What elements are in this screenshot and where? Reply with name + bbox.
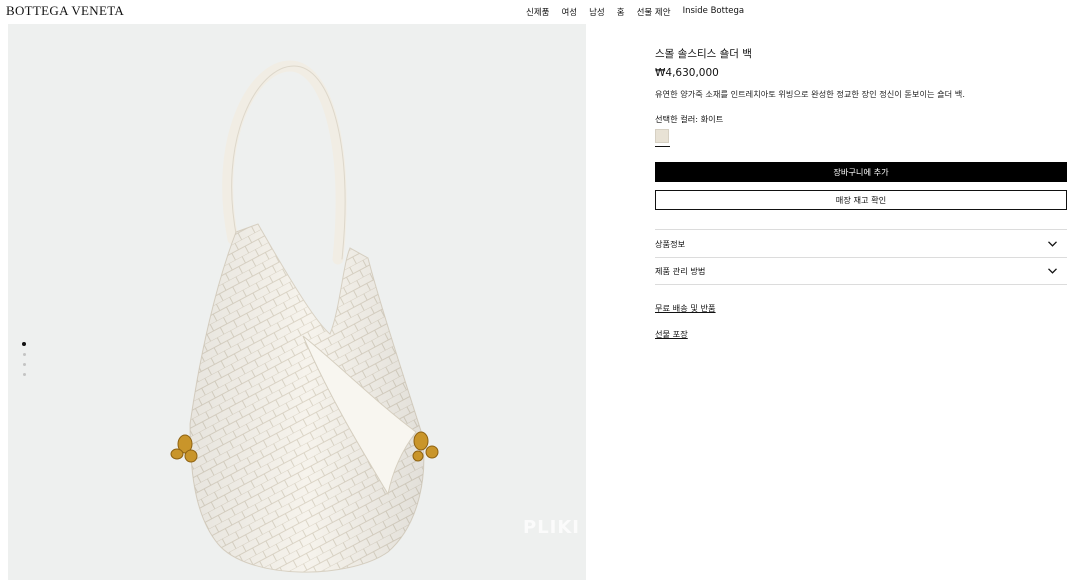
free-shipping-returns-link[interactable]: 무료 배송 및 반품 (655, 302, 716, 314)
accordion-product-info[interactable]: 상품정보 (655, 229, 1067, 257)
product-image (170, 60, 439, 573)
chevron-down-icon (1048, 268, 1057, 274)
add-to-cart-button[interactable]: 장바구니에 추가 (655, 162, 1067, 182)
accordion-care-instructions[interactable]: 제품 관리 방법 (655, 257, 1067, 285)
gift-wrapping-link[interactable]: 선물 포장 (655, 328, 688, 340)
gallery-dot-2[interactable] (23, 353, 26, 356)
watermark-text: PLIKI (523, 517, 581, 538)
product-image-panel: PLIKI (8, 24, 586, 580)
site-header: BOTTEGA VENETA 신제품 여성 남성 홈 선물 제안 Inside … (0, 0, 1080, 24)
brand-logo[interactable]: BOTTEGA VENETA (6, 3, 124, 19)
chevron-down-icon (1048, 240, 1057, 247)
nav-item-new[interactable]: 신제품 (526, 6, 549, 18)
gallery-pagination (22, 342, 28, 383)
nav-item-women[interactable]: 여성 (561, 6, 577, 18)
accordion-label: 제품 관리 방법 (655, 266, 706, 276)
product-title: 스몰 솔스티스 숄더 백 (655, 48, 752, 60)
gallery-dot-3[interactable] (23, 363, 26, 366)
product-info: 스몰 솔스티스 숄더 백 ₩4,630,000 유연한 양가죽 소재를 인트레치… (655, 46, 1067, 340)
check-store-stock-button[interactable]: 매장 재고 확인 (655, 190, 1067, 210)
nav-item-men[interactable]: 남성 (589, 6, 605, 18)
accordion-label: 상품정보 (655, 238, 686, 249)
gallery-dot-4[interactable] (23, 373, 26, 376)
main-nav: 신제품 여성 남성 홈 선물 제안 Inside Bottega (526, 6, 744, 18)
nav-item-inside-bottega[interactable]: Inside Bottega (683, 6, 745, 18)
product-price: ₩4,630,000 (655, 67, 719, 79)
gallery-dot-1[interactable] (22, 342, 26, 346)
product-description: 유연한 양가죽 소재를 인트레치아토 위빙으로 완성한 정교한 장인 정신이 돋… (655, 89, 965, 99)
color-swatch-white[interactable] (655, 129, 670, 147)
swatch-chip (655, 129, 669, 143)
nav-item-home[interactable]: 홈 (617, 6, 625, 18)
selected-color-label: 선택한 컬러: 화이트 (655, 114, 724, 124)
nav-item-gifts[interactable]: 선물 제안 (637, 6, 671, 18)
